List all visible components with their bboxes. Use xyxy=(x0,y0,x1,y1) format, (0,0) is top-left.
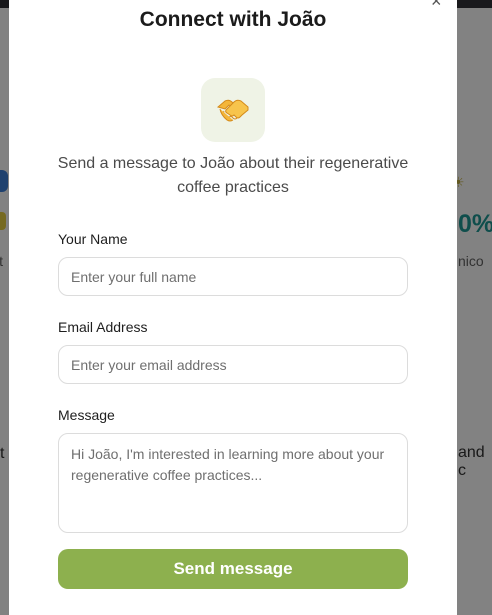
message-textarea[interactable] xyxy=(58,433,408,533)
icon-tile xyxy=(201,78,265,142)
modal-title: Connect with João xyxy=(139,8,327,31)
message-label: Message xyxy=(58,407,115,423)
email-label: Email Address xyxy=(58,319,148,335)
send-message-button[interactable]: Send message xyxy=(58,549,408,589)
name-input[interactable] xyxy=(58,257,408,296)
name-label: Your Name xyxy=(58,231,128,247)
modal-subtitle: Send a message to João about their regen… xyxy=(57,155,409,196)
contact-modal: × Connect with João Send a message to Jo… xyxy=(9,0,457,615)
close-icon[interactable]: × xyxy=(431,0,442,10)
email-input[interactable] xyxy=(58,345,408,384)
handshake-icon xyxy=(216,99,249,122)
